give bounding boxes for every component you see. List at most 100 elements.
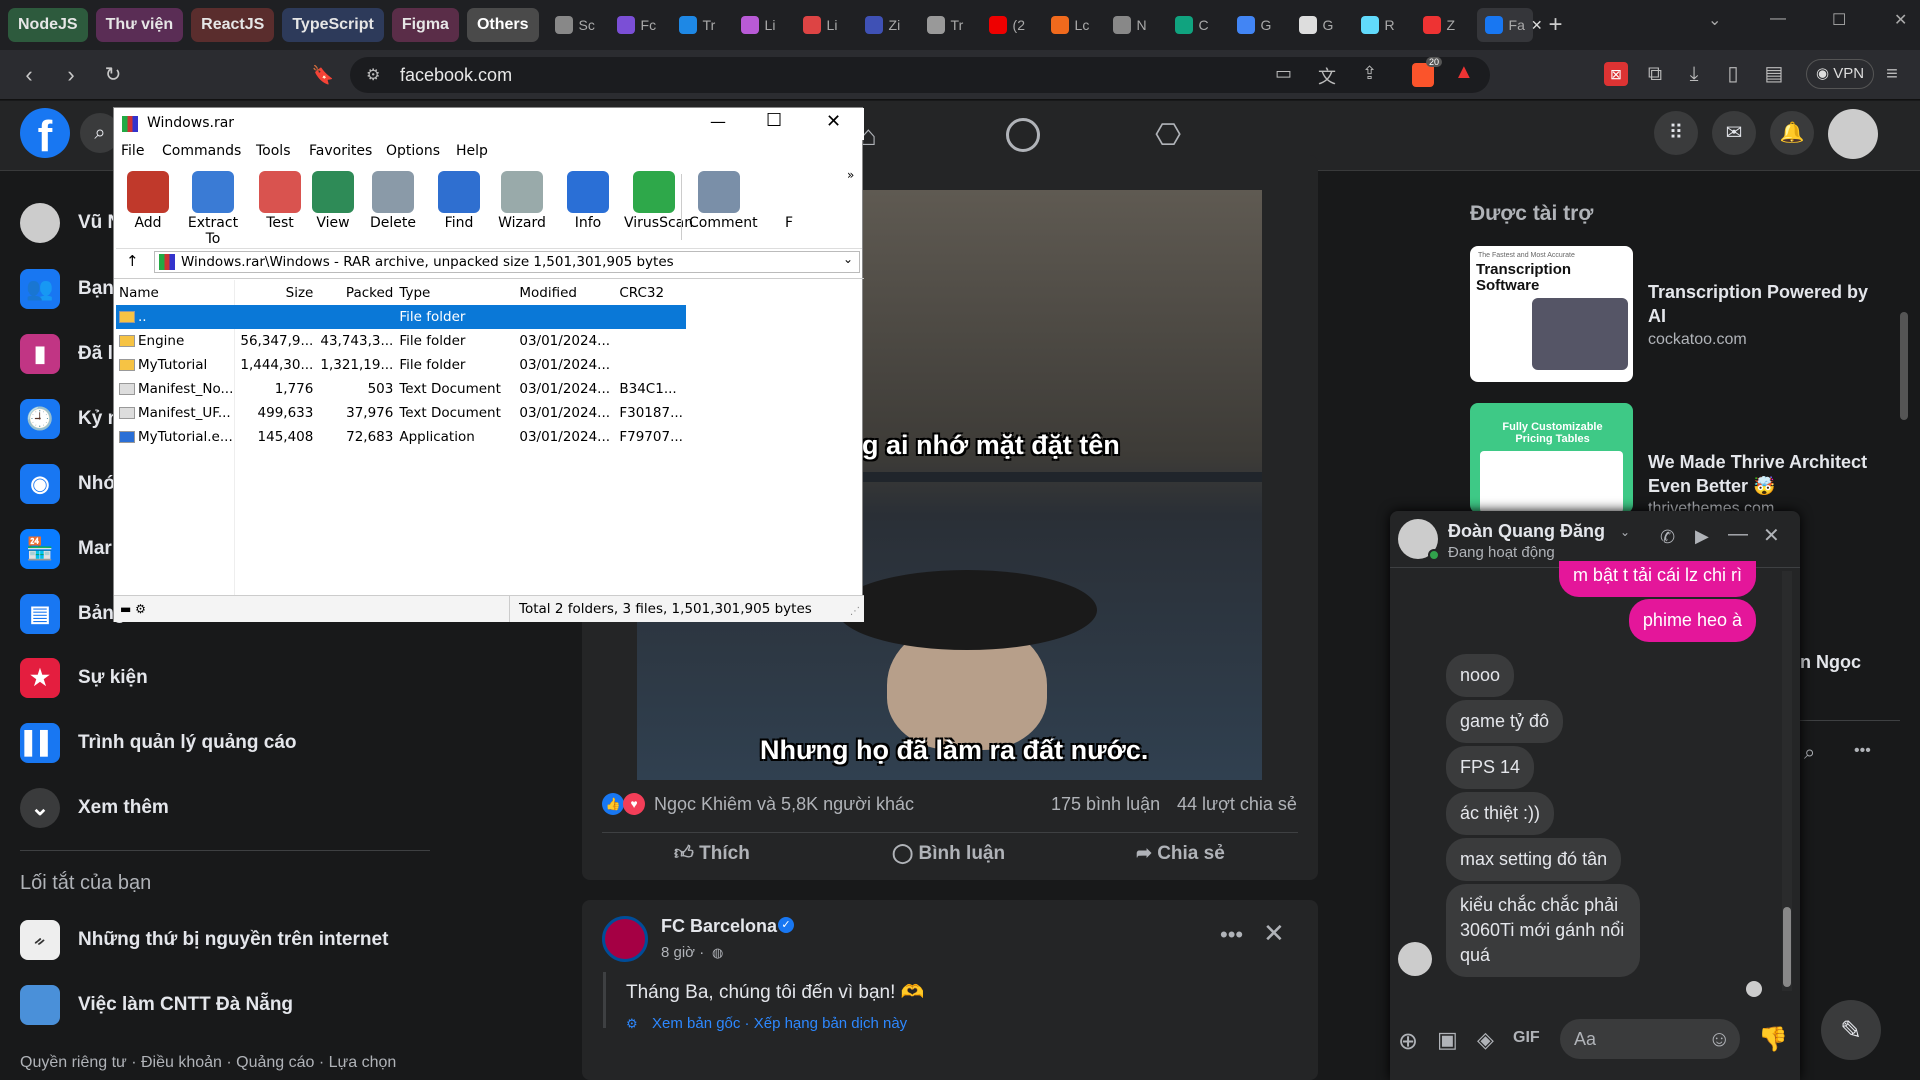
tool-wizard[interactable]: Wizard	[492, 171, 552, 231]
profile-avatar[interactable]	[1828, 109, 1878, 159]
like-button[interactable]: 👍︎ Thích	[674, 842, 750, 865]
window-titlebar[interactable]: Windows.rar — ☐ ✕	[114, 108, 864, 140]
incoming-message[interactable]: game tỷ đô	[1446, 700, 1564, 743]
brave-rewards-icon[interactable]: ▲	[1454, 61, 1474, 84]
browser-tab[interactable]: Sc	[547, 8, 605, 42]
facebook-logo-icon[interactable]: f	[20, 108, 70, 161]
incoming-message[interactable]: FPS 14	[1446, 746, 1535, 789]
close-icon[interactable]: ✕	[1263, 918, 1285, 949]
column-header-type[interactable]: Type	[396, 281, 516, 305]
chat-contact-name[interactable]: Đoàn Quang Đăng	[1448, 521, 1605, 542]
chevron-down-icon[interactable]: ⌄	[1620, 525, 1630, 539]
tool-add[interactable]: Add	[118, 171, 178, 231]
groups-nav-icon[interactable]	[1006, 118, 1040, 152]
outgoing-message[interactable]: phime heo à	[1628, 599, 1756, 642]
page-scrollbar[interactable]	[1900, 312, 1908, 420]
more-options-icon[interactable]: •••	[1220, 922, 1243, 948]
menu-options[interactable]: Options	[386, 143, 440, 159]
menu-commands[interactable]: Commands	[162, 143, 241, 159]
share-count[interactable]: 44 lượt chia sẻ	[1177, 794, 1297, 815]
table-row[interactable]: Manifest_UF... 499,633 37,976 Text Document…	[116, 401, 686, 425]
messenger-icon[interactable]: ✉	[1712, 111, 1756, 155]
site-info-icon[interactable]: ⚙	[366, 65, 380, 85]
sidebar-toggle-icon[interactable]: ▯	[1721, 62, 1745, 86]
browser-tab[interactable]: G	[1229, 8, 1287, 42]
ad-domain[interactable]: cockatoo.com	[1648, 331, 1747, 349]
close-tab-icon[interactable]: ✕	[1531, 17, 1543, 34]
minimize-icon[interactable]: —	[710, 112, 726, 131]
address-bar[interactable]: ⚙ facebook.com ▭ 文 ⇪ 20 ▲	[350, 57, 1490, 93]
up-arrow-icon[interactable]: ↑	[126, 252, 139, 270]
share-icon[interactable]: ⇪	[1362, 63, 1377, 84]
column-header-name[interactable]: Name	[116, 281, 236, 305]
menu-help[interactable]: Help	[456, 143, 488, 159]
sidebar-item[interactable]: ⌄ Xem thêm	[20, 783, 169, 833]
minimize-icon[interactable]: —	[1770, 10, 1786, 28]
gif-icon[interactable]: GIF	[1513, 1029, 1540, 1047]
maximize-icon[interactable]: ☐	[1832, 10, 1846, 30]
menu-favorites[interactable]: Favorites	[309, 143, 372, 159]
ad-thumbnail[interactable]: The Fastest and Most Accurate Transcript…	[1470, 246, 1633, 382]
column-header-crc32[interactable]: CRC32	[616, 281, 686, 305]
call-icon[interactable]: ✆	[1660, 527, 1675, 548]
tab-group-thư-viện[interactable]: Thư viện	[95, 8, 184, 42]
new-tab-button[interactable]: +	[1549, 11, 1563, 39]
sidebar-item[interactable]: Vũ N	[20, 198, 121, 248]
tool-f[interactable]: F	[759, 171, 819, 231]
ad-title[interactable]: Transcription Powered by AI	[1648, 280, 1878, 328]
sidebar-item[interactable]: ▌▌ Trình quản lý quảng cáo	[20, 718, 297, 768]
new-message-icon[interactable]: ✎	[1821, 1000, 1881, 1060]
incoming-message[interactable]: max setting đó tân	[1446, 838, 1622, 881]
tab-group-reactjs[interactable]: ReactJS	[191, 8, 275, 42]
incoming-message[interactable]: ác thiệt :))	[1446, 792, 1555, 835]
ad-thumbnail[interactable]: Fully Customizable Pricing Tables	[1470, 403, 1633, 513]
table-row[interactable]: MyTutorial 1,444,30... 1,321,19... File fol…	[116, 353, 686, 377]
browser-tab[interactable]: Tr	[919, 8, 977, 42]
footer-links[interactable]: Quyền riêng tư · Điều khoản · Quảng cáo …	[20, 1054, 396, 1072]
sidebar-item[interactable]: ◉ Nhó	[20, 459, 115, 509]
browser-tab[interactable]: Fa ✕	[1476, 8, 1543, 42]
close-icon[interactable]: ✕	[826, 111, 841, 132]
shortcut-item[interactable]: ᨀ Những thứ bị nguyền trên internet	[20, 915, 388, 965]
incoming-message[interactable]: nooo	[1446, 654, 1515, 697]
tool-info[interactable]: Info	[558, 171, 618, 231]
table-row[interactable]: MyTutorial.e... 145,408 72,683 Application 0…	[116, 425, 686, 449]
tool-test[interactable]: Test	[250, 171, 310, 231]
comment-count[interactable]: 175 bình luận	[1051, 794, 1160, 815]
tool-find[interactable]: Find	[429, 171, 489, 231]
tool-extract-to[interactable]: Extract To	[183, 171, 243, 247]
plus-icon[interactable]: ⊕	[1398, 1027, 1418, 1056]
back-button[interactable]: ‹	[16, 62, 42, 88]
sidebar-item[interactable]: ▮ Đã l	[20, 329, 113, 379]
shortcut-item[interactable]: Việc làm CNTT Đà Nẵng	[20, 980, 293, 1030]
video-call-icon[interactable]: ▶	[1695, 526, 1709, 547]
chat-scrollbar-thumb[interactable]	[1783, 907, 1791, 987]
sidebar-item[interactable]: ▤ Bảng	[20, 589, 126, 639]
pdf-extension-icon[interactable]: ⊠	[1604, 62, 1628, 86]
browser-tab[interactable]: Fc	[609, 8, 667, 42]
menu-tools[interactable]: Tools	[256, 143, 291, 159]
menu-icon[interactable]: ≡	[1880, 62, 1904, 86]
tool-delete[interactable]: Delete	[363, 171, 423, 231]
menu-grid-icon[interactable]: ⠿	[1654, 111, 1698, 155]
browser-tab[interactable]: Li	[795, 8, 853, 42]
incoming-message[interactable]: kiểu chắc chắc phải 3060Ti mới gánh nổi …	[1446, 884, 1640, 977]
translation-links[interactable]: Xem bản gốc · Xếp hạng bản dịch này	[652, 1015, 907, 1032]
image-icon[interactable]: ▣	[1437, 1027, 1458, 1053]
downloads-icon[interactable]: ⤓	[1682, 62, 1706, 86]
browser-tab[interactable]: N	[1105, 8, 1163, 42]
ad-title[interactable]: We Made Thrive Architect Even Better 🤯	[1648, 450, 1888, 498]
cast-icon[interactable]: ▭	[1275, 63, 1292, 84]
toolbar-overflow-icon[interactable]: »	[847, 168, 854, 182]
browser-tab[interactable]: Li	[733, 8, 791, 42]
contact-name-fragment[interactable]: n Ngọc	[1800, 652, 1861, 673]
browser-tab[interactable]: R	[1353, 8, 1411, 42]
wallet-icon[interactable]: ▤	[1762, 62, 1786, 86]
comment-button[interactable]: ◯ Bình luận	[892, 842, 1005, 865]
browser-tab[interactable]: Lc	[1043, 8, 1101, 42]
close-window-icon[interactable]: ✕	[1894, 10, 1907, 30]
message-input[interactable]: Aa ☺	[1560, 1019, 1740, 1059]
bookmark-icon[interactable]: 🔖	[310, 62, 336, 88]
url-text[interactable]: facebook.com	[400, 65, 512, 86]
gaming-nav-icon[interactable]: ⎔	[1155, 118, 1181, 153]
